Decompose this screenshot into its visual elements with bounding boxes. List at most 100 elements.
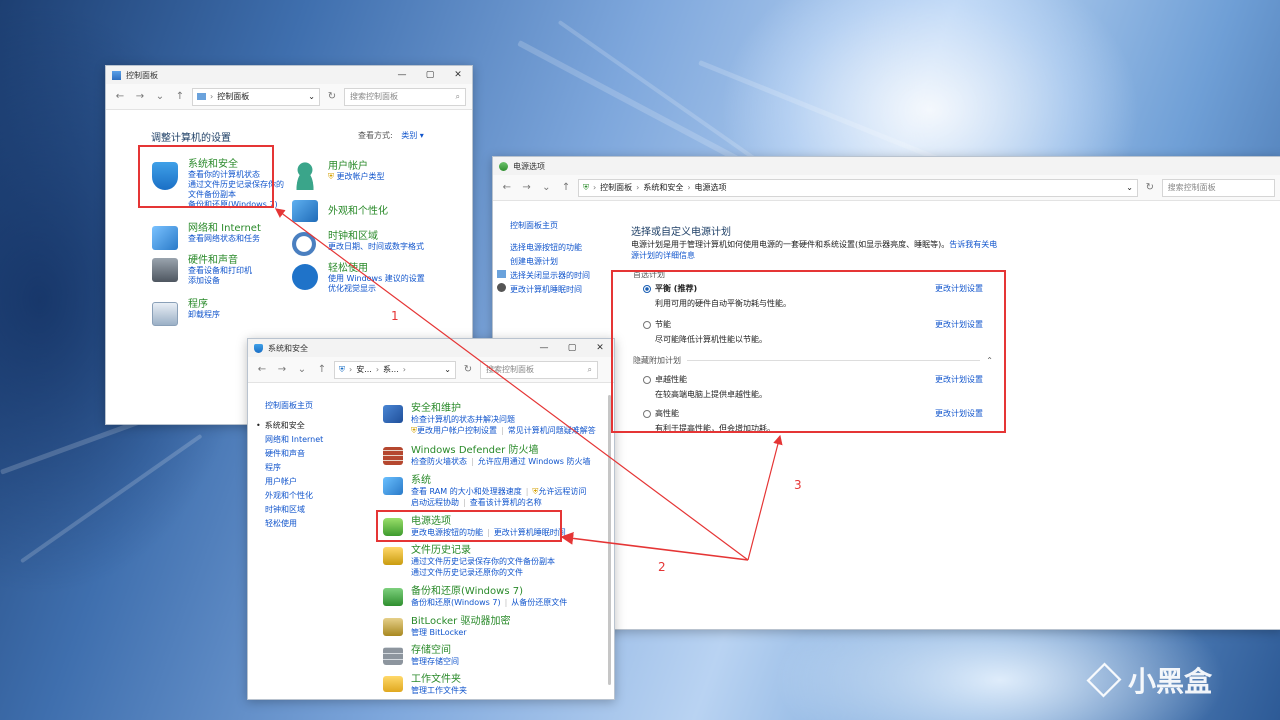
sidebar-item-appearance[interactable]: 外观和个性化 [265, 489, 323, 503]
description: 电源计划是用于管理计算机如何使用电源的一套硬件和系统设置(如显示器亮度、睡眠等)… [631, 240, 998, 260]
control-panel-icon [112, 70, 121, 80]
refresh-icon[interactable]: ↻ [1142, 182, 1158, 193]
address-box[interactable]: › 控制面板 ⌄ [192, 87, 320, 106]
chevron-right-icon: › [210, 92, 214, 101]
heybox-logo-icon [1086, 662, 1122, 698]
search-input[interactable]: 搜索控制面板 ⌕ [344, 87, 466, 106]
shield-icon: ⛨ [339, 364, 345, 374]
refresh-icon[interactable]: ↻ [460, 364, 476, 375]
scrollbar[interactable] [608, 395, 611, 685]
folder-icon [383, 676, 403, 692]
window-title: 电源选项 [513, 161, 545, 171]
up-icon[interactable]: ↑ [314, 364, 330, 375]
sidebar-item-display-off[interactable]: 选择关闭显示器的时间 [497, 269, 590, 283]
highlight-power-options [376, 510, 562, 542]
maximize-icon[interactable]: ▢ [416, 66, 444, 84]
address-bar-row: ← → ⌄ ↑ › 控制面板 ⌄ ↻ 搜索控制面板 ⌕ [106, 84, 472, 110]
sidebar-item-users[interactable]: 用户帐户 [265, 475, 323, 489]
key-icon [383, 618, 403, 636]
address-bar-row: ← → ⌄ ↑ ⛨ › 安... › 系... › ⌄ ↻ 搜索控制面板 ⌕ [248, 357, 614, 383]
sidebar-item-ease[interactable]: 轻松使用 [265, 517, 323, 531]
page-title: 选择或自定义电源计划 [631, 227, 731, 238]
folder-icon [197, 93, 206, 100]
close-icon[interactable]: ✕ [444, 66, 472, 84]
sidebar-item-clock[interactable]: 时钟和区域 [265, 503, 323, 517]
sidebar-item-home[interactable]: 控制面板主页 [265, 399, 323, 413]
chevron-down-icon[interactable]: ⌄ [308, 92, 315, 101]
sidebar-item-create-plan[interactable]: 创建电源计划 [510, 255, 590, 269]
sidebar-item-home[interactable]: 控制面板主页 [510, 219, 590, 233]
up-icon[interactable]: ↑ [172, 91, 188, 102]
watermark: 小黑盒 [1086, 660, 1212, 700]
recent-chevron-icon[interactable]: ⌄ [538, 182, 554, 193]
chevron-down-icon[interactable]: ⌄ [1126, 183, 1133, 192]
search-icon: ⌕ [455, 91, 460, 101]
search-input[interactable]: 搜索控制面板 ⌕ [480, 360, 598, 379]
storage-icon [383, 647, 403, 665]
breadcrumb-control-panel[interactable]: 控制面板 [600, 182, 632, 193]
forward-icon[interactable]: → [519, 182, 535, 193]
page-title: 调整计算机的设置 [151, 133, 231, 144]
view-by: 查看方式: 类别 ▾ [358, 131, 424, 140]
search-input[interactable]: 搜索控制面板 [1161, 178, 1275, 197]
sidebar-item-programs[interactable]: 程序 [265, 461, 323, 475]
breadcrumb-power-options[interactable]: 电源选项 [695, 182, 1123, 193]
window-title: 系统和安全 [268, 343, 308, 353]
maximize-icon[interactable]: ▢ [558, 339, 586, 357]
network-icon [152, 226, 178, 250]
sidebar-item-network[interactable]: 网络和 Internet [265, 433, 323, 447]
firewall-icon [383, 447, 403, 465]
search-icon: ⌕ [587, 364, 592, 374]
user-icon [292, 162, 318, 190]
forward-icon[interactable]: → [132, 91, 148, 102]
view-by-dropdown[interactable]: 类别 ▾ [401, 131, 424, 140]
sidebar-item-hardware[interactable]: 硬件和声音 [265, 447, 323, 461]
highlight-system-security [138, 145, 274, 208]
annotation-number-3: 3 [794, 478, 802, 492]
backup-icon [383, 588, 403, 606]
uac-shield-icon: ⛨ [328, 172, 334, 181]
breadcrumb-system-security[interactable]: 系统和安全 [643, 182, 683, 193]
file-history-icon [383, 547, 403, 565]
moon-icon [497, 283, 506, 292]
back-icon[interactable]: ← [499, 182, 515, 193]
address-text: 控制面板 [217, 92, 250, 101]
highlight-power-plans [611, 270, 1006, 433]
minimize-icon[interactable]: — [388, 66, 416, 84]
printer-icon [152, 258, 178, 282]
annotation-number-1: 1 [391, 309, 399, 323]
shield-icon: ⛨ [582, 182, 589, 192]
accessibility-icon [292, 264, 318, 290]
close-icon[interactable]: ✕ [586, 339, 614, 357]
annotation-number-2: 2 [658, 560, 666, 574]
clock-icon [292, 232, 316, 256]
power-options-icon [499, 161, 508, 171]
chevron-down-icon[interactable]: ⌄ [444, 365, 451, 374]
sidebar-item-sleep[interactable]: 更改计算机睡眠时间 [497, 283, 590, 297]
computer-icon [383, 477, 403, 495]
display-icon [497, 270, 506, 278]
recent-chevron-icon[interactable]: ⌄ [294, 364, 310, 375]
sidebar-item-power-button[interactable]: 选择电源按钮的功能 [510, 241, 590, 255]
minimize-icon[interactable]: — [530, 339, 558, 357]
forward-icon[interactable]: → [274, 364, 290, 375]
title-bar[interactable]: 电源选项 [493, 157, 1280, 175]
title-bar[interactable]: 系统和安全 — ▢ ✕ [248, 339, 614, 357]
title-bar[interactable]: 控制面板 — ▢ ✕ [106, 66, 472, 84]
back-icon[interactable]: ← [254, 364, 270, 375]
programs-icon [152, 302, 178, 326]
flag-icon [383, 405, 403, 423]
address-box[interactable]: ⛨ › 安... › 系... › ⌄ [334, 360, 456, 379]
address-box[interactable]: ⛨ › 控制面板 › 系统和安全 › 电源选项 ⌄ [577, 178, 1138, 197]
up-icon[interactable]: ↑ [558, 182, 574, 193]
address-bar-row: ← → ⌄ ↑ ⛨ › 控制面板 › 系统和安全 › 电源选项 ⌄ ↻ 搜索控制… [493, 175, 1280, 201]
back-icon[interactable]: ← [112, 91, 128, 102]
refresh-icon[interactable]: ↻ [324, 91, 340, 102]
recent-chevron-icon[interactable]: ⌄ [152, 91, 168, 102]
sidebar-item-system-security[interactable]: • 系统和安全 [256, 419, 323, 433]
shield-icon [254, 343, 263, 353]
sidebar: 控制面板主页 • 系统和安全 网络和 Internet 硬件和声音 程序 用户帐户… [256, 399, 323, 531]
monitor-icon [292, 200, 318, 222]
window-title: 控制面板 [126, 70, 158, 80]
sidebar: 控制面板主页 选择电源按钮的功能 创建电源计划 选择关闭显示器的时间 更改计算机… [497, 219, 590, 297]
